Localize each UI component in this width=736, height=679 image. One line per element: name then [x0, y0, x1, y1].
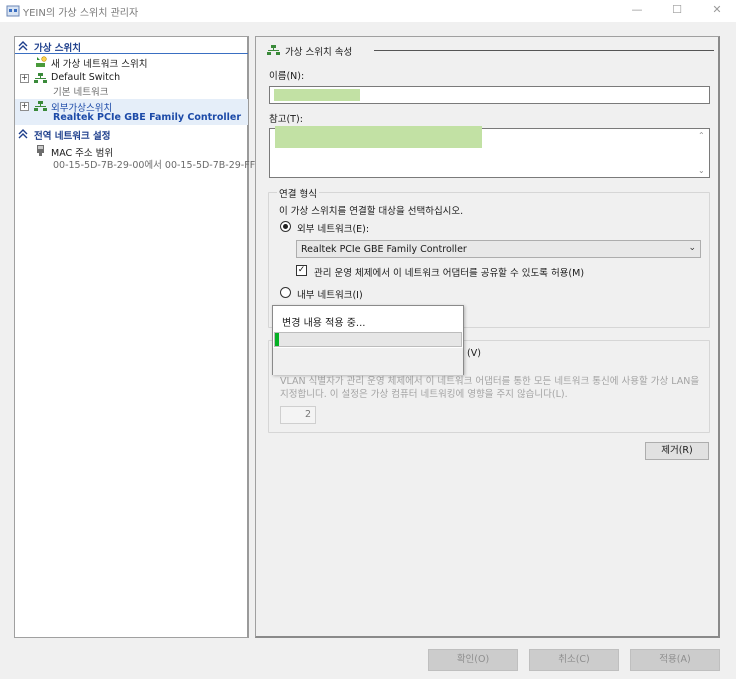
name-input[interactable]: [269, 86, 710, 104]
adapter-select[interactable]: Realtek PCIe GBE Family Controller ⌄: [296, 240, 701, 258]
scroll-down-icon[interactable]: ⌄: [698, 166, 705, 175]
internal-network-label[interactable]: 내부 네트워크(I): [297, 287, 363, 301]
share-adapter-checkbox[interactable]: ✓: [296, 265, 307, 276]
share-adapter-label[interactable]: 관리 운영 체제에서 이 네트워크 어댑터를 공유할 수 있도록 허용(M): [314, 265, 584, 279]
global-settings-header: 전역 네트워크 설정: [34, 131, 111, 142]
switch-tree[interactable]: 가상 스위치 새 가상 네트워크 스위치 + Default Switch 기본…: [14, 36, 255, 638]
section-title: 가상 스위치 속성: [285, 47, 353, 58]
adapter-select-value: Realtek PCIe GBE Family Controller: [301, 244, 467, 255]
new-switch-label: 새 가상 네트워크 스위치: [51, 59, 148, 70]
virtual-switches-group-header[interactable]: 가상 스위치: [15, 39, 248, 54]
title-bar: YEIN의 가상 스위치 관리자 — ☐ ✕: [0, 0, 736, 22]
cancel-button[interactable]: 취소(C): [529, 649, 619, 671]
remove-button[interactable]: 제거(R): [645, 442, 709, 460]
chevron-down-icon[interactable]: ⌄: [688, 243, 696, 253]
network-adapter-icon: [37, 145, 44, 156]
section-header: 가상 스위치 속성: [266, 43, 714, 58]
redacted-name: [274, 89, 360, 101]
connection-instruction: 이 가상 스위치를 연결할 대상을 선택하십시오.: [279, 206, 464, 217]
external-network-label[interactable]: 외부 네트워크(E):: [297, 221, 369, 235]
tree-item-mac-range[interactable]: MAC 주소 범위 00-15-5D-7B-29-00에서 00-15-5D-7…: [15, 144, 255, 171]
section-divider: [374, 50, 714, 51]
redacted-notes: [275, 126, 482, 148]
ok-button[interactable]: 확인(O): [428, 649, 518, 671]
notes-scrollbar[interactable]: ⌃ ⌄: [695, 129, 709, 177]
external-switch-sub: Realtek PCIe GBE Family Controller: [53, 112, 242, 123]
vlan-id-input[interactable]: 2: [280, 406, 316, 424]
notes-label: 참고(T):: [269, 114, 303, 125]
network-switch-icon: [34, 73, 47, 83]
new-switch-icon: [36, 56, 47, 67]
global-settings-group-header[interactable]: 전역 네트워크 설정: [15, 127, 248, 142]
internal-network-radio[interactable]: [280, 287, 291, 298]
progress-message: 변경 내용 적용 중...: [282, 318, 366, 329]
collapse-chevron-icon[interactable]: [18, 41, 28, 51]
default-switch-sub: 기본 네트워크: [53, 87, 109, 98]
external-network-radio[interactable]: [280, 221, 291, 232]
progress-bar: [274, 332, 462, 347]
scroll-up-icon[interactable]: ⌃: [698, 131, 705, 140]
name-label: 이름(N):: [269, 71, 305, 82]
expander-icon[interactable]: +: [20, 102, 29, 111]
tree-item-new-switch[interactable]: 새 가상 네트워크 스위치: [15, 55, 248, 70]
close-button[interactable]: ✕: [697, 0, 736, 22]
progress-bar-fill: [275, 333, 279, 346]
applying-changes-dialog: 변경 내용 적용 중...: [272, 305, 464, 375]
virtual-switches-header: 가상 스위치: [34, 43, 82, 54]
network-switch-icon: [34, 101, 47, 111]
window-title: YEIN의 가상 스위치 관리자: [23, 8, 139, 19]
default-switch-label: Default Switch: [51, 72, 121, 83]
notes-input[interactable]: ⌃ ⌄: [269, 126, 710, 178]
switch-manager-icon: [6, 5, 20, 17]
apply-button[interactable]: 적용(A): [630, 649, 720, 671]
collapse-chevron-icon[interactable]: [18, 129, 28, 139]
tree-item-default-switch[interactable]: + Default Switch 기본 네트워크: [15, 71, 248, 98]
minimize-button[interactable]: —: [617, 0, 657, 22]
dialog-footer: [273, 348, 463, 375]
mac-range-sub: 00-15-5D-7B-29-00에서 00-15-5D-7B-29-FF: [53, 160, 256, 171]
expander-icon[interactable]: +: [20, 74, 29, 83]
network-switch-icon: [267, 45, 280, 55]
connection-type-title: 연결 형식: [277, 186, 319, 200]
vlan-title-suffix: (V): [467, 348, 481, 359]
vlan-description: VLAN 식별자가 관리 운영 체제에서 이 네트워크 어댑터를 통한 모든 네…: [280, 376, 700, 400]
maximize-button[interactable]: ☐: [657, 0, 697, 22]
tree-item-external-switch[interactable]: + 외부가상스위치 Realtek PCIe GBE Family Contro…: [15, 99, 248, 125]
